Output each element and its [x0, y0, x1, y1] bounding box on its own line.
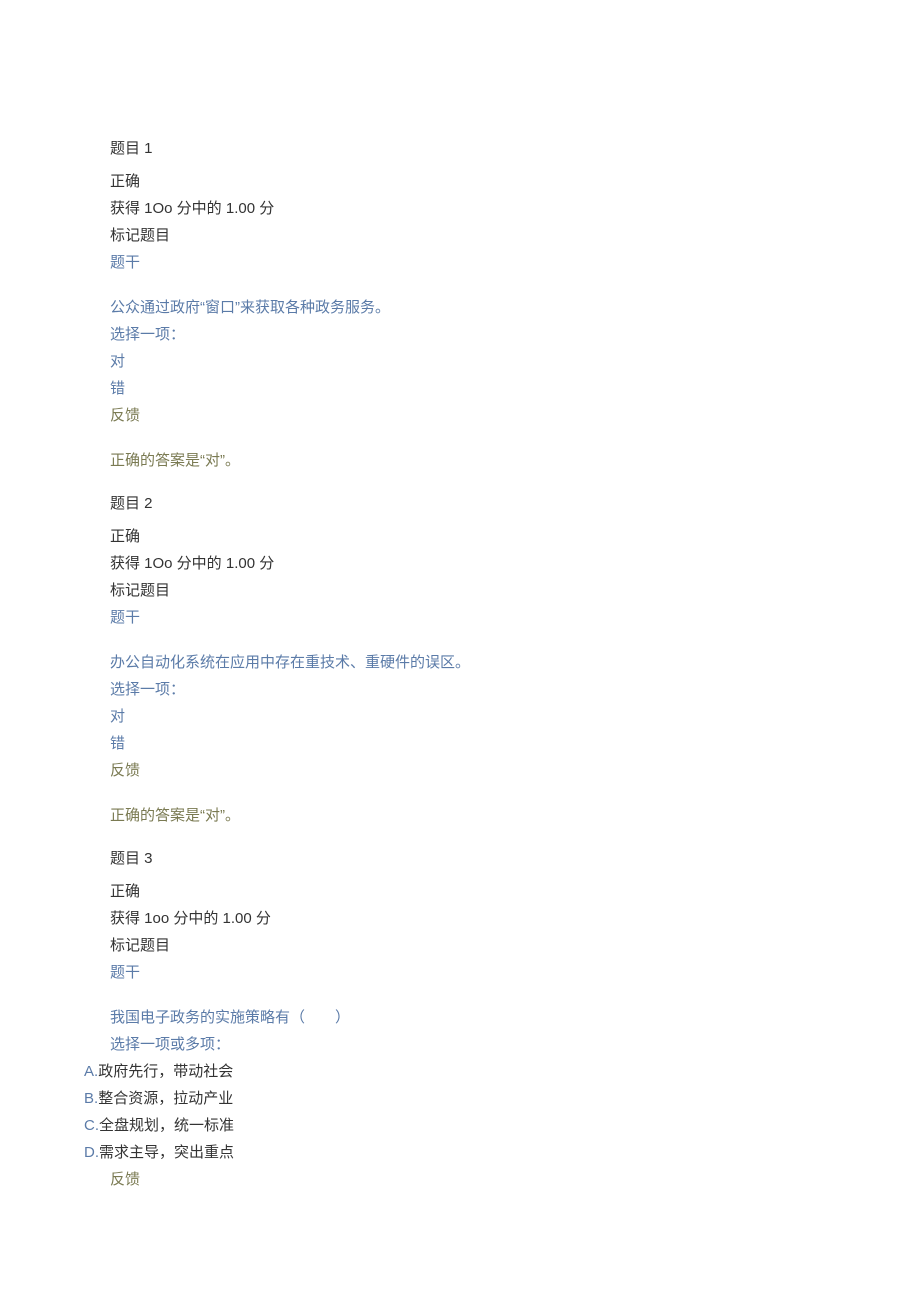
- correct-answer: 正确的答案是“对”。: [110, 447, 810, 474]
- question-title: 题目 3: [110, 845, 810, 872]
- option-letter: C.: [84, 1117, 99, 1134]
- feedback-label: 反馈: [110, 1166, 810, 1193]
- option-false[interactable]: 错: [110, 375, 810, 402]
- question-score: 获得 1Oo 分中的 1.00 分: [110, 550, 810, 577]
- question-block: 题目 1 正确 获得 1Oo 分中的 1.00 分 标记题目 题干 公众通过政府…: [110, 135, 810, 474]
- option-d[interactable]: D.需求主导，突出重点: [84, 1139, 810, 1166]
- flag-question[interactable]: 标记题目: [110, 222, 810, 249]
- option-false[interactable]: 错: [110, 730, 810, 757]
- flag-question[interactable]: 标记题目: [110, 932, 810, 959]
- option-label: 需求主导，突出重点: [99, 1144, 234, 1161]
- option-letter: A.: [84, 1063, 98, 1080]
- option-letter: B.: [84, 1090, 98, 1107]
- question-stem: 办公自动化系统在应用中存在重技术、重硬件的误区。: [110, 649, 810, 676]
- question-status: 正确: [110, 523, 810, 550]
- flag-question[interactable]: 标记题目: [110, 577, 810, 604]
- feedback-label: 反馈: [110, 757, 810, 784]
- question-status: 正确: [110, 878, 810, 905]
- question-title: 题目 2: [110, 490, 810, 517]
- question-block: 题目 2 正确 获得 1Oo 分中的 1.00 分 标记题目 题干 办公自动化系…: [110, 490, 810, 829]
- option-label: 整合资源，拉动产业: [98, 1090, 233, 1107]
- option-c[interactable]: C.全盘规划，统一标准: [84, 1112, 810, 1139]
- option-label: 政府先行，带动社会: [98, 1063, 233, 1080]
- option-true[interactable]: 对: [110, 348, 810, 375]
- question-stem: 我国电子政务的实施策略有（ ）: [110, 1004, 810, 1031]
- option-b[interactable]: B.整合资源，拉动产业: [84, 1085, 810, 1112]
- choose-prompt: 选择一项或多项：: [110, 1031, 810, 1058]
- question-score: 获得 1oo 分中的 1.00 分: [110, 905, 810, 932]
- feedback-label: 反馈: [110, 402, 810, 429]
- option-letter: D.: [84, 1144, 99, 1161]
- correct-answer: 正确的答案是“对”。: [110, 802, 810, 829]
- question-title: 题目 1: [110, 135, 810, 162]
- question-score: 获得 1Oo 分中的 1.00 分: [110, 195, 810, 222]
- stem-label: 题干: [110, 604, 810, 631]
- choose-prompt: 选择一项：: [110, 321, 810, 348]
- choose-prompt: 选择一项：: [110, 676, 810, 703]
- option-true[interactable]: 对: [110, 703, 810, 730]
- question-status: 正确: [110, 168, 810, 195]
- stem-label: 题干: [110, 959, 810, 986]
- question-block: 题目 3 正确 获得 1oo 分中的 1.00 分 标记题目 题干 我国电子政务…: [110, 845, 810, 1193]
- document-page: 题目 1 正确 获得 1Oo 分中的 1.00 分 标记题目 题干 公众通过政府…: [0, 0, 920, 1269]
- option-label: 全盘规划，统一标准: [99, 1117, 234, 1134]
- stem-label: 题干: [110, 249, 810, 276]
- question-stem: 公众通过政府“窗口”来获取各种政务服务。: [110, 294, 810, 321]
- option-a[interactable]: A.政府先行，带动社会: [84, 1058, 810, 1085]
